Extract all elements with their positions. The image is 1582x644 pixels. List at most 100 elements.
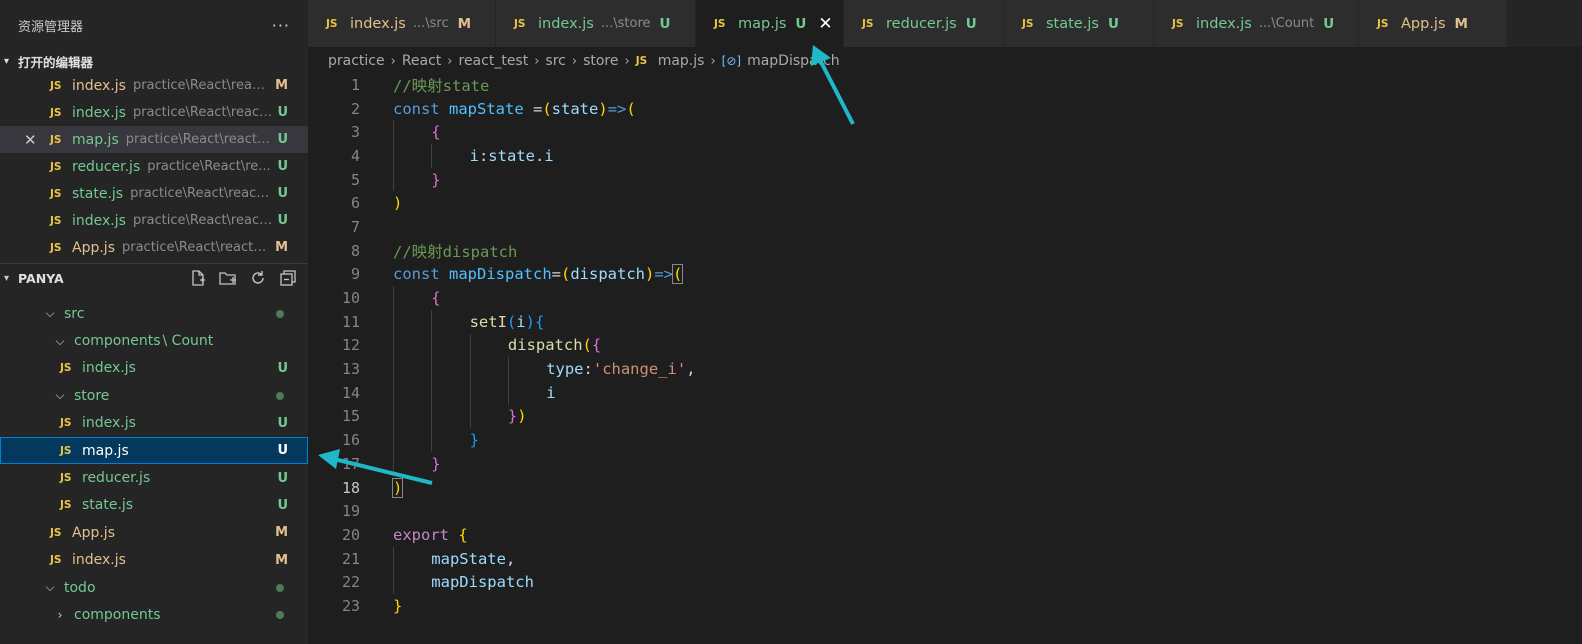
tree-folder[interactable]: ⌵ components \ Count xyxy=(0,327,308,354)
code-line[interactable]: 14 i xyxy=(308,380,1582,405)
tree-folder[interactable]: ⌵ src xyxy=(0,300,308,327)
code-line[interactable]: 11 setI(i){ xyxy=(308,309,1582,334)
code-line[interactable]: 6) xyxy=(308,191,1582,215)
code-line[interactable]: 15}) xyxy=(308,404,1582,429)
breadcrumb-item[interactable]: store xyxy=(583,53,618,69)
close-icon[interactable]: ✕ xyxy=(818,14,832,34)
js-file-icon: JS xyxy=(714,17,726,30)
indent-guide xyxy=(393,167,394,192)
code-content: ) xyxy=(393,191,402,215)
git-status-badge: U xyxy=(277,132,288,147)
code-line[interactable]: 19 xyxy=(308,499,1582,523)
breadcrumb-item[interactable]: map.js xyxy=(658,53,705,69)
js-file-icon: JS xyxy=(1172,17,1184,30)
code-line[interactable]: 3{ xyxy=(308,120,1582,145)
code-token: state xyxy=(488,146,535,165)
code-line[interactable]: 12 dispatch({ xyxy=(308,333,1582,358)
new-folder-icon[interactable] xyxy=(218,268,238,288)
breadcrumb-item[interactable]: practice xyxy=(328,53,385,69)
code-line[interactable]: 9 const mapDispatch =(dispatch) =>( xyxy=(308,263,1582,287)
code-line[interactable]: 8 //映射dispatch xyxy=(308,239,1582,263)
folder-header[interactable]: ▾ PANYA xyxy=(0,263,308,292)
code-token: i xyxy=(544,146,554,165)
tree-folder[interactable]: ⌵ store xyxy=(0,382,308,409)
breadcrumb-item[interactable]: src xyxy=(545,53,565,69)
code-content: mapDispatch xyxy=(431,570,534,594)
open-editor-item[interactable]: JS reducer.js practice\React\re... U xyxy=(0,153,308,180)
new-file-icon[interactable] xyxy=(188,268,208,288)
code-line[interactable]: 16} xyxy=(308,428,1582,452)
code-line[interactable]: 7 xyxy=(308,215,1582,239)
js-file-icon: JS xyxy=(50,554,62,567)
git-status-badge: U xyxy=(795,15,807,32)
tab-name: App.js xyxy=(1401,15,1446,32)
breadcrumb-item[interactable]: React xyxy=(402,53,441,69)
tree-file[interactable]: JS map.js U xyxy=(0,436,308,465)
git-status-badge: U xyxy=(277,360,288,376)
open-editor-item[interactable]: JS state.js practice\React\react... U xyxy=(0,180,308,207)
line-number: 9 xyxy=(350,265,360,284)
close-icon[interactable]: ✕ xyxy=(24,131,37,149)
tree-file[interactable]: JS index.js U xyxy=(0,355,308,382)
chevron-right-icon: › xyxy=(710,53,716,69)
code-token: mapState xyxy=(431,549,506,568)
tree-file[interactable]: JS reducer.js U xyxy=(0,464,308,491)
code-token: ( xyxy=(671,264,684,285)
explorer-sidebar: 资源管理器 ··· ▾ 打开的编辑器 JS index.js practice\Re… xyxy=(0,0,308,644)
js-file-icon: JS xyxy=(60,499,72,512)
open-editor-name: index.js xyxy=(72,212,126,229)
collapse-all-icon[interactable] xyxy=(278,268,298,288)
open-editor-path: practice\React\react... xyxy=(130,186,274,201)
folder-title: PANYA xyxy=(18,270,64,286)
editor-tab[interactable]: JS index.js ...\Count U xyxy=(1154,0,1359,47)
folder-actions xyxy=(188,268,308,288)
tree-file[interactable]: JS index.js U xyxy=(0,410,308,437)
js-file-icon: JS xyxy=(50,526,62,539)
open-editors-header[interactable]: ▾ 打开的编辑器 xyxy=(0,50,308,72)
open-editor-item[interactable]: JS App.js practice\React\react_... M xyxy=(0,234,308,261)
code-line[interactable]: 23} xyxy=(308,594,1582,618)
code-line[interactable]: 17} xyxy=(308,452,1582,476)
line-number: 1 xyxy=(350,75,360,94)
open-editor-item[interactable]: JS index.js practice\React\react... M xyxy=(0,72,308,99)
code-line[interactable]: 4 i: state. i xyxy=(308,144,1582,168)
indent-guide xyxy=(393,120,394,145)
tree-file[interactable]: JS App.js M xyxy=(0,519,308,546)
tree-folder[interactable]: ⌵ todo xyxy=(0,574,308,601)
chevron-right-icon: › xyxy=(447,53,453,69)
open-editor-item[interactable]: ✕ JS map.js practice\React\react_... U xyxy=(0,126,308,153)
editor-tab[interactable]: JS index.js ...\src M xyxy=(308,0,496,47)
open-editor-name: map.js xyxy=(72,131,119,148)
git-status-badge: U xyxy=(277,470,288,486)
open-editor-item[interactable]: JS index.js practice\React\react... U xyxy=(0,207,308,234)
editor-tab[interactable]: JS App.js M xyxy=(1359,0,1507,47)
tree-file[interactable]: JS state.js U xyxy=(0,492,308,519)
chevron-right-icon: › xyxy=(624,53,630,69)
code-line[interactable]: 22 mapDispatch xyxy=(308,570,1582,595)
tree-folder[interactable]: › components xyxy=(0,601,308,628)
folder-compact-path: \ Count xyxy=(162,333,214,350)
line-number: 10 xyxy=(341,289,360,308)
more-actions-icon[interactable]: ··· xyxy=(272,16,290,35)
chevron-down-icon: ▾ xyxy=(4,272,10,284)
refresh-icon[interactable] xyxy=(248,268,268,288)
open-editor-item[interactable]: JS index.js practice\React\react... U xyxy=(0,99,308,126)
editor-tabs: JS index.js ...\src M JS index.js ...\store U JS… xyxy=(308,0,1582,47)
code-line[interactable]: 21 mapState, xyxy=(308,546,1582,571)
code-line[interactable]: 1 //映射state xyxy=(308,73,1582,97)
code-line[interactable]: 5} xyxy=(308,167,1582,192)
code-token: export xyxy=(393,525,459,544)
tree-file[interactable]: JS index.js M xyxy=(0,547,308,574)
code-line[interactable]: 2 const mapState =(state) =>( xyxy=(308,97,1582,121)
editor-tab[interactable]: JS reducer.js U xyxy=(844,0,1004,47)
code-line[interactable]: 13 type:'change_i', xyxy=(308,357,1582,381)
indent-guide xyxy=(431,309,433,334)
code-line[interactable]: 20 export { xyxy=(308,523,1582,547)
indent-guide xyxy=(393,357,394,381)
code-line[interactable]: 18) xyxy=(308,476,1582,500)
breadcrumb-item[interactable]: react_test xyxy=(459,53,529,69)
editor-tab[interactable]: JS index.js ...\store U xyxy=(496,0,696,47)
editor-tab[interactable]: JS state.js U xyxy=(1004,0,1154,47)
code-line[interactable]: 10 { xyxy=(308,286,1582,310)
code-editor[interactable]: 1//映射state 2 const mapState =(state) =>(3{4… xyxy=(308,73,1582,644)
